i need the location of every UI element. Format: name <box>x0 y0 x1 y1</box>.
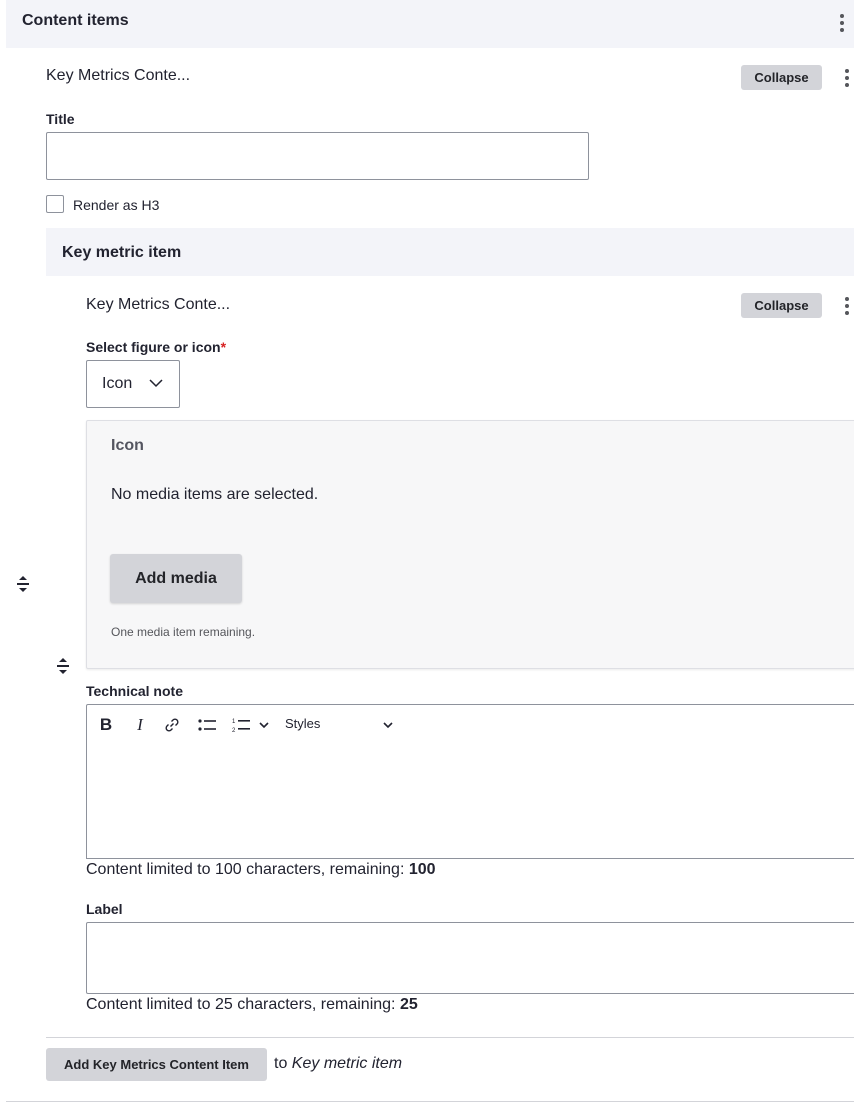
styles-dropdown[interactable]: Styles <box>285 716 320 731</box>
list-options-chevron-icon[interactable] <box>259 715 269 735</box>
paragraph-menu-icon[interactable] <box>839 67 854 89</box>
media-remaining-text: One media item remaining. <box>111 625 256 639</box>
content-items-menu-icon[interactable] <box>834 12 850 34</box>
collapse-button[interactable]: Collapse <box>741 65 822 90</box>
italic-button[interactable]: I <box>133 715 147 735</box>
bold-button[interactable]: B <box>98 715 114 735</box>
divider <box>46 1037 854 1038</box>
figure-or-icon-select[interactable]: Icon <box>86 360 180 408</box>
svg-text:1: 1 <box>232 719 236 725</box>
title-input[interactable] <box>46 132 589 180</box>
render-h3-label: Render as H3 <box>73 197 160 213</box>
technical-note-label: Technical note <box>86 683 183 699</box>
editor-toolbar: B I 12 Styles <box>86 704 854 744</box>
link-icon[interactable] <box>163 715 181 735</box>
numbered-list-icon[interactable]: 12 <box>231 715 251 735</box>
label-counter: Content limited to 25 characters, remain… <box>86 996 418 1013</box>
no-media-text: No media items are selected. <box>111 486 319 503</box>
content-items-header <box>6 0 854 48</box>
add-key-metrics-content-item-button[interactable]: Add Key Metrics Content Item <box>46 1048 267 1081</box>
divider <box>6 1101 854 1102</box>
key-metric-summary: Key Metrics Conte... <box>86 296 231 313</box>
required-marker: * <box>220 339 227 355</box>
key-metric-title: Key metric item <box>62 244 182 261</box>
add-to-text: to Key metric item <box>274 1055 403 1072</box>
key-metric-collapse-button[interactable]: Collapse <box>741 293 822 318</box>
key-metric-menu-icon[interactable] <box>839 295 854 317</box>
icon-media-title: Icon <box>111 437 144 454</box>
drag-handle-icon[interactable] <box>56 658 70 674</box>
technical-note-editor[interactable] <box>86 743 854 859</box>
select-value: Icon <box>102 375 133 392</box>
chevron-down-icon <box>149 379 163 388</box>
title-label: Title <box>46 111 75 127</box>
label-textarea[interactable] <box>86 922 854 994</box>
label-field-label: Label <box>86 901 123 917</box>
paragraph-summary: Key Metrics Conte... <box>46 67 191 84</box>
styles-chevron-icon[interactable] <box>383 715 393 735</box>
render-h3-checkbox[interactable] <box>46 195 64 213</box>
technical-note-counter: Content limited to 100 characters, remai… <box>86 861 436 878</box>
svg-text:2: 2 <box>232 728 236 733</box>
select-figure-label: Select figure or icon* <box>86 339 227 355</box>
bulleted-list-icon[interactable] <box>197 715 217 735</box>
add-media-button[interactable]: Add media <box>110 554 242 603</box>
drag-handle-icon[interactable] <box>16 576 30 592</box>
content-items-title: Content items <box>22 12 129 29</box>
